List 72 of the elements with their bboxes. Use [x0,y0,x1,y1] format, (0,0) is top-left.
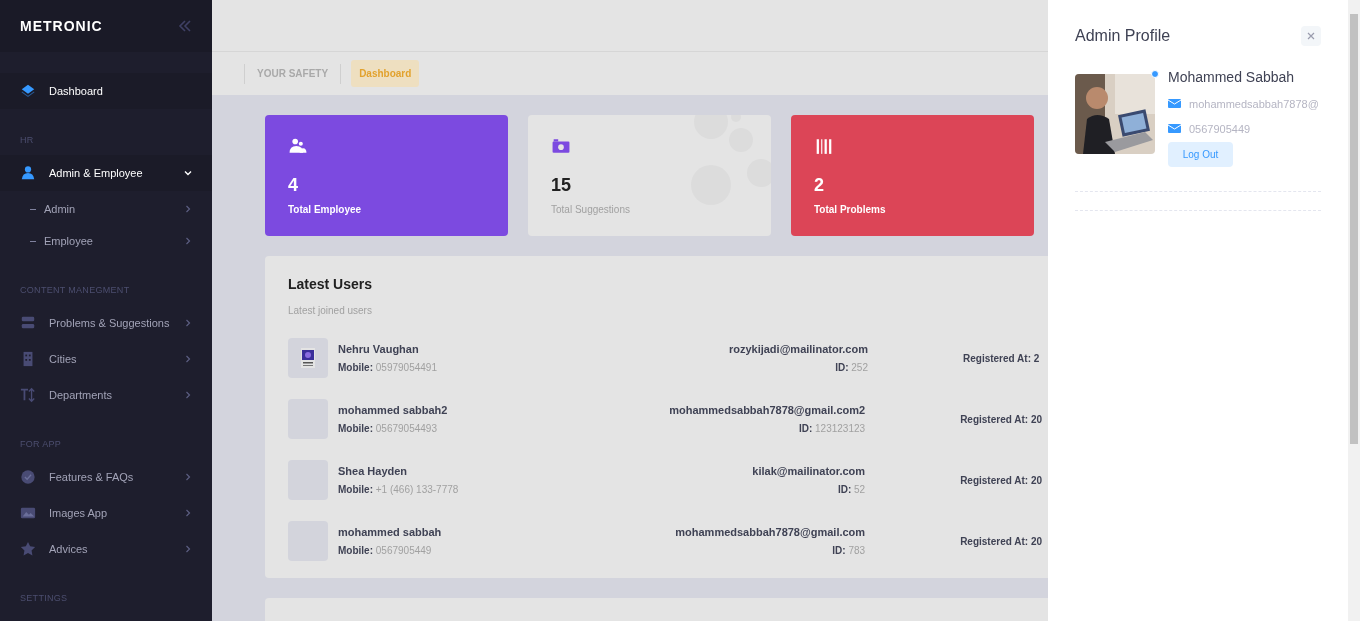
registered-date: Registered At: 2 [963,351,1040,366]
stat-value: 2 [814,174,825,197]
user-icon [20,165,36,181]
user-name: Nehru Vaughan [338,342,420,358]
user-mobile: Mobile: +1 (466) 133-7778 [338,482,460,497]
stat-value: 4 [288,174,299,197]
users-icon [288,137,308,155]
barcode-icon [814,137,834,155]
user-name: Shea Hayden [338,464,409,480]
sidebar-item[interactable]: Admin & Employee [0,155,212,191]
user-id: ID: 252 [835,360,868,375]
user-email: mohammedsabbah7878@gmail.com2 [669,403,866,419]
user-id: ID: 52 [837,482,866,497]
sidebar-item[interactable]: Problems & Suggestions [0,305,212,341]
section-heading: FOR APP [20,437,62,451]
close-icon [1307,32,1315,40]
sidebar-item[interactable]: Departments [0,377,212,413]
card-subtitle: Latest joined users [288,304,373,318]
close-button[interactable] [1301,26,1321,46]
profile-name: Mohammed Sabbah [1168,68,1296,87]
user-id: ID: 123123123 [798,421,866,436]
mail-icon [1168,122,1182,135]
section-heading: HR [20,133,34,147]
sidebar-item[interactable]: Cities [0,341,212,377]
star-icon [20,541,36,557]
image-icon [20,505,36,521]
user-mobile: Mobile: 05979054491 [338,360,438,375]
user-name: mohammed sabbah [338,525,443,541]
scrollbar[interactable] [1348,0,1360,621]
user-email: mohammedsabbah7878@gmail.com [675,525,866,541]
section-heading: SETTINGS [20,591,68,605]
chevron-right-icon [184,391,192,399]
chevron-down-icon [184,169,192,177]
stat-label: Total Employee [288,203,363,217]
user-id: ID: 783 [832,543,866,558]
user-mobile: Mobile: 0567905449 [338,543,433,558]
server-icon [20,315,36,331]
card-title: Latest Users [288,275,374,294]
registered-date: Registered At: 20 [960,412,1042,427]
profile-email: mohammedsabbah7878@ [1189,97,1319,112]
check-circle-icon [20,469,36,485]
sidebar-item[interactable]: Advices [0,531,212,567]
chevron-right-icon [184,319,192,327]
panel-title: Admin Profile [1075,26,1171,46]
registered-date: Registered At: 20 [960,534,1042,549]
camera-icon [551,137,571,155]
chevron-right-icon [184,545,192,553]
submenu-item[interactable]: Employee [0,225,212,257]
sidebar-item[interactable]: Features & FAQs [0,459,212,495]
text-height-icon [20,387,36,403]
collapse-icon[interactable] [178,20,192,32]
stat-label: Total Suggestions [551,203,631,217]
sidebar-item[interactable]: Dashboard [0,73,212,109]
profile-phone: 0567905449 [1189,121,1251,137]
mail-icon [1168,98,1182,111]
chevron-right-icon [184,237,192,245]
registered-date: Registered At: 20 [960,473,1042,488]
chevron-right-icon [184,509,192,517]
user-name: mohammed sabbah2 [338,403,449,419]
user-email: kilak@mailinator.com [752,464,866,480]
layers-icon [20,83,36,99]
chevron-right-icon [184,473,192,481]
stat-label: Total Problems [814,203,887,217]
chevron-right-icon [184,355,192,363]
sidebar-item[interactable]: Images App [0,495,212,531]
user-email: rozykijadi@mailinator.com [728,342,868,358]
submenu-item[interactable]: Admin [0,193,212,225]
user-mobile: Mobile: 05679054493 [338,421,438,436]
section-heading: CONTENT MANEGMENT [20,283,130,297]
stat-value: 15 [551,174,573,197]
logo-text: METRONIC [20,16,103,36]
chevron-right-icon [184,205,192,213]
